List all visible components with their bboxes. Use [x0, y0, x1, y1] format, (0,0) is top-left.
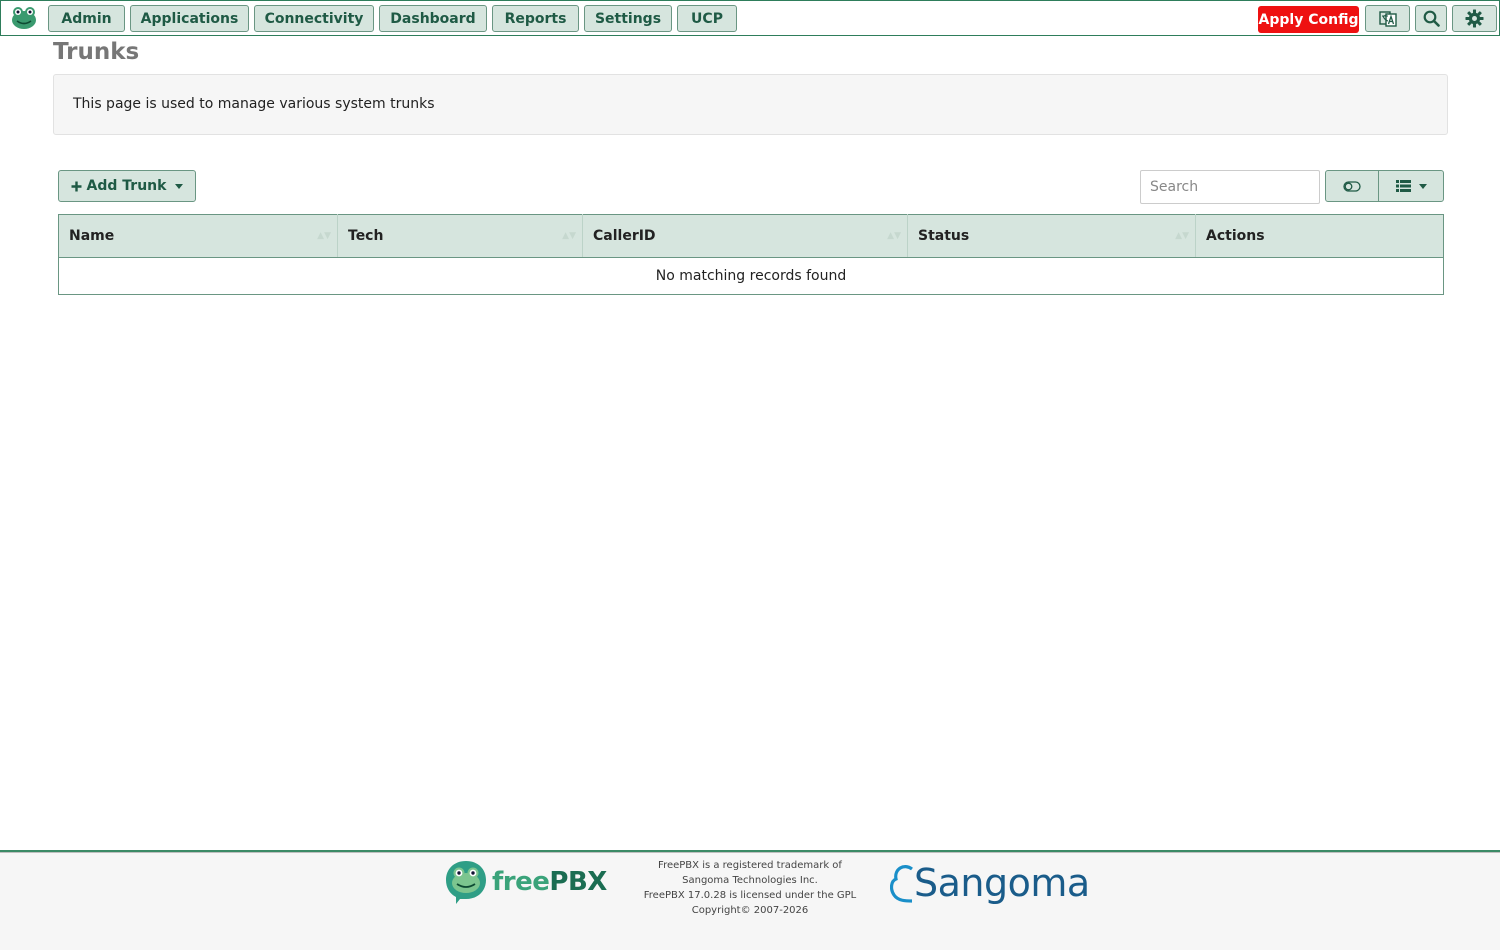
column-header-name[interactable]: Name ▲▼ [58, 214, 338, 258]
column-header-actions: Actions [1195, 214, 1444, 258]
top-nav-bar: Admin Applications Connectivity Dashboar… [0, 0, 1500, 36]
page-title: Trunks [53, 39, 140, 65]
freepbx-logo[interactable]: freePBX [444, 859, 607, 905]
column-header-tech[interactable]: Tech ▲▼ [337, 214, 583, 258]
footer-legal-line: FreePBX is a registered trademark of [658, 860, 842, 871]
language-icon [1378, 10, 1397, 27]
footer: freePBX FreePBX is a registered trademar… [0, 850, 1500, 950]
footer-legal-text: FreePBX is a registered trademark of San… [640, 858, 860, 918]
sangoma-wordmark: Sangoma [914, 861, 1090, 905]
column-header-status[interactable]: Status ▲▼ [907, 214, 1196, 258]
columns-button[interactable] [1378, 170, 1444, 202]
sort-icon: ▲▼ [562, 231, 576, 241]
chevron-down-icon [175, 183, 184, 189]
settings-button[interactable] [1452, 5, 1497, 32]
search-icon [1423, 10, 1440, 27]
column-header-callerid[interactable]: CallerID ▲▼ [582, 214, 908, 258]
search-button[interactable] [1415, 5, 1447, 32]
nav-ucp-button[interactable]: UCP [677, 5, 737, 32]
toggle-view-button[interactable] [1325, 170, 1379, 202]
sangoma-logo[interactable]: Sangoma [890, 859, 1090, 907]
empty-table-message: No matching records found [58, 257, 1444, 295]
apply-config-button[interactable]: Apply Config [1258, 6, 1359, 33]
footer-legal-line: FreePBX 17.0.28 is licensed under the GP… [643, 890, 857, 901]
sort-icon: ▲▼ [1175, 231, 1189, 241]
nav-admin-button[interactable]: Admin [48, 5, 125, 32]
add-trunk-button[interactable]: Add Trunk [58, 170, 196, 202]
table-row: No matching records found [58, 257, 1444, 295]
nav-reports-button[interactable]: Reports [492, 5, 579, 32]
table-header-row: Name ▲▼ Tech ▲▼ CallerID ▲▼ Status ▲▼ Action… [58, 214, 1444, 258]
page-description-box: This page is used to manage various syst… [53, 74, 1448, 135]
trunks-table: Name ▲▼ Tech ▲▼ CallerID ▲▼ Status ▲▼ Action… [58, 214, 1444, 295]
language-button[interactable] [1365, 5, 1410, 32]
nav-connectivity-button[interactable]: Connectivity [254, 5, 374, 32]
toggle-icon [1343, 180, 1361, 192]
sort-icon: ▲▼ [887, 231, 901, 241]
nav-dashboard-button[interactable]: Dashboard [379, 5, 487, 32]
freepbx-home-icon[interactable] [9, 5, 39, 31]
freepbx-wordmark: freePBX [492, 867, 607, 897]
sort-icon: ▲▼ [317, 231, 331, 241]
sangoma-cloud-icon [890, 865, 913, 903]
nav-applications-button[interactable]: Applications [130, 5, 249, 32]
plus-icon [71, 181, 82, 191]
page-description: This page is used to manage various syst… [73, 96, 435, 112]
footer-divider [0, 852, 1500, 853]
footer-legal-line: Sangoma Technologies Inc. [682, 875, 818, 886]
list-icon [1395, 180, 1411, 192]
freepbx-frog-icon [446, 861, 486, 904]
footer-legal-line: Copyright© 2007-2026 [691, 905, 809, 916]
gear-icon [1465, 9, 1484, 28]
search-input[interactable] [1140, 170, 1320, 204]
nav-settings-button[interactable]: Settings [584, 5, 672, 32]
add-trunk-label: Add Trunk [86, 178, 167, 194]
chevron-down-icon [1418, 183, 1427, 189]
